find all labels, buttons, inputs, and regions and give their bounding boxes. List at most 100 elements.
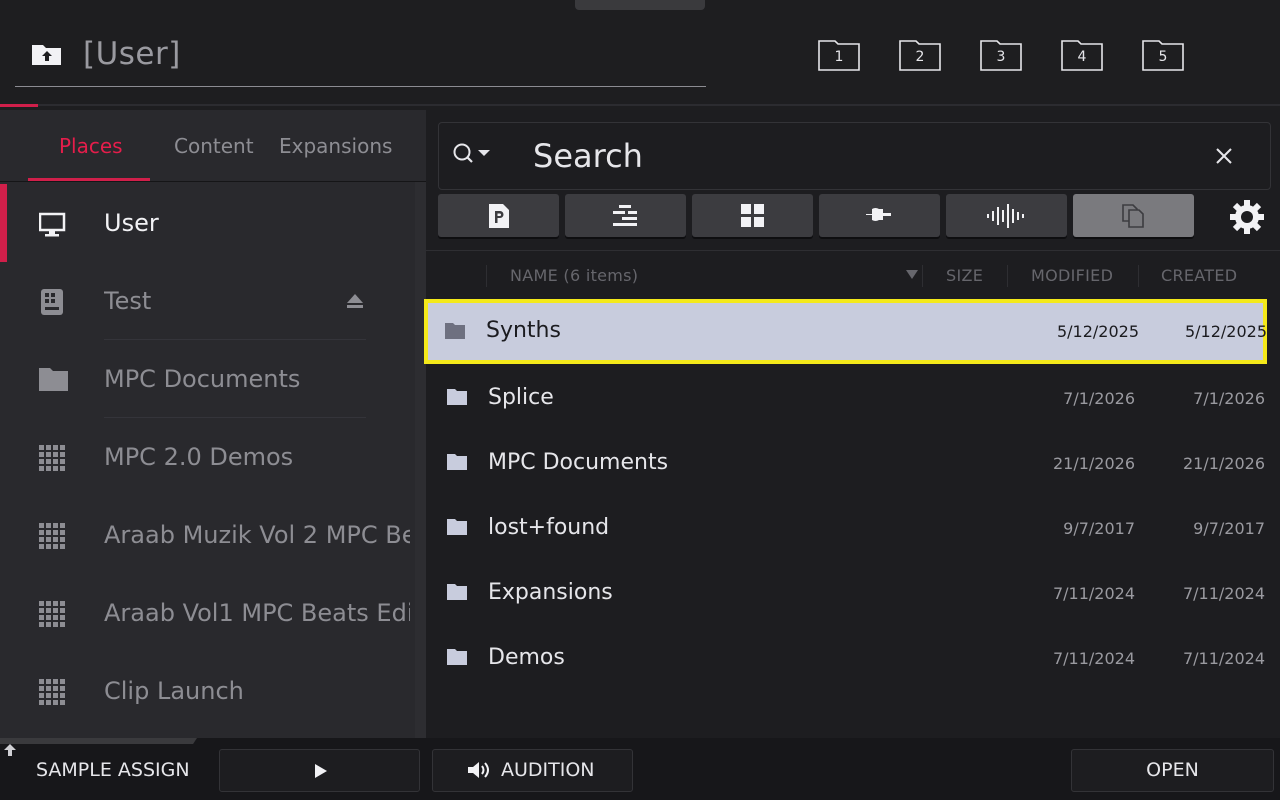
- folder-icon: [447, 584, 467, 600]
- close-icon[interactable]: [1213, 145, 1235, 167]
- places-scrollbar[interactable]: [415, 182, 426, 738]
- quick-folder-2[interactable]: 2: [899, 40, 941, 71]
- sample-assign-button[interactable]: SAMPLE ASSIGN: [36, 759, 190, 781]
- file-modified: 7/1/2026: [1063, 389, 1135, 408]
- column-separator: [922, 265, 923, 287]
- sort-descending-icon[interactable]: [906, 270, 918, 279]
- bottom-tab-handle[interactable]: [0, 738, 197, 744]
- header: [User] 1 2 3 4 5: [0, 0, 1280, 106]
- bottom-bar: SAMPLE ASSIGN AUDITION OPEN: [0, 738, 1280, 800]
- speaker-icon: [468, 762, 489, 778]
- place-item-user[interactable]: User: [0, 184, 426, 262]
- open-button[interactable]: OPEN: [1071, 749, 1274, 792]
- file-modified: 7/11/2024: [1052, 649, 1135, 668]
- path-bar: [User]: [15, 26, 706, 87]
- quick-folder-1[interactable]: 1: [818, 40, 860, 71]
- file-created: 21/1/2026: [1182, 454, 1265, 473]
- file-name: lost+found: [488, 515, 610, 540]
- file-modified: 7/11/2024: [1052, 584, 1135, 603]
- quick-folder-label: 3: [996, 49, 1006, 65]
- column-size-header[interactable]: SIZE: [946, 266, 983, 285]
- play-icon: [315, 764, 327, 778]
- file-created: 7/11/2024: [1182, 649, 1265, 668]
- file-modified: 9/7/2017: [1063, 519, 1135, 538]
- folder-icon: [447, 454, 467, 470]
- file-row-mpc-documents[interactable]: MPC Documents 21/1/2026 21/1/2026: [426, 431, 1280, 496]
- column-created-header[interactable]: CREATED: [1161, 266, 1237, 285]
- active-tab-indicator: [28, 178, 150, 181]
- quick-folder-label: 2: [915, 49, 925, 65]
- gear-icon[interactable]: [1230, 200, 1264, 234]
- shift-arrow-icon: [4, 744, 16, 756]
- place-label: MPC 2.0 Demos: [104, 443, 294, 471]
- plugin-filter-icon: [866, 208, 891, 221]
- search-input[interactable]: [533, 131, 1173, 181]
- header-divider: [0, 104, 1280, 106]
- places-panel: Places Content Expansions User Test MPC …: [0, 110, 426, 738]
- column-separator: [1138, 265, 1139, 287]
- eject-icon[interactable]: [346, 292, 364, 310]
- all-files-filter-icon: [1122, 204, 1144, 228]
- browser-tabs: Places Content Expansions: [0, 110, 426, 182]
- grid-icon: [39, 523, 65, 549]
- grid-icon: [39, 445, 65, 471]
- grid-filter-icon: [741, 204, 764, 227]
- audio-filter-icon: [987, 204, 1024, 228]
- file-created: 7/1/2026: [1193, 389, 1265, 408]
- file-modified: 5/12/2025: [1056, 322, 1139, 341]
- filter-all-files-button[interactable]: [1073, 194, 1194, 237]
- filter-sequence-button[interactable]: [565, 194, 686, 237]
- monitor-icon: [39, 212, 66, 237]
- filter-program-button[interactable]: [438, 194, 559, 237]
- play-button[interactable]: [219, 749, 420, 792]
- current-path: [User]: [83, 36, 181, 72]
- folder-icon: [447, 649, 467, 665]
- place-item-araab-vol2[interactable]: Araab Muzik Vol 2 MPC Beats Edition: [0, 496, 426, 574]
- file-row-expansions[interactable]: Expansions 7/11/2024 7/11/2024: [426, 561, 1280, 626]
- quick-folder-label: 1: [834, 49, 844, 65]
- top-drag-handle[interactable]: [575, 0, 705, 10]
- file-row-splice[interactable]: Splice 7/1/2026 7/1/2026: [426, 366, 1280, 431]
- quick-folder-5[interactable]: 5: [1142, 40, 1184, 71]
- file-created: 9/7/2017: [1193, 519, 1265, 538]
- audition-button[interactable]: AUDITION: [432, 749, 633, 792]
- column-name-header[interactable]: NAME (6 items): [510, 266, 638, 285]
- place-label: Clip Launch: [104, 677, 244, 705]
- file-name: Splice: [488, 385, 554, 410]
- file-created: 7/11/2024: [1182, 584, 1265, 603]
- file-row-lost-found[interactable]: lost+found 9/7/2017 9/7/2017: [426, 496, 1280, 561]
- place-item-araab-vol1[interactable]: Araab Vol1 MPC Beats Edition: [0, 574, 426, 652]
- quick-folder-4[interactable]: 4: [1061, 40, 1103, 71]
- audition-label: AUDITION: [501, 759, 595, 781]
- file-name: Synths: [486, 318, 561, 343]
- tab-content[interactable]: Content: [174, 134, 254, 158]
- folder-icon: [447, 519, 467, 535]
- place-item-clip-launch[interactable]: Clip Launch: [0, 652, 426, 730]
- file-row-synths[interactable]: Synths 5/12/2025 5/12/2025: [424, 299, 1267, 364]
- quick-folder-3[interactable]: 3: [980, 40, 1022, 71]
- place-item-test[interactable]: Test: [0, 262, 426, 340]
- place-item-mpc-documents[interactable]: MPC Documents: [0, 340, 426, 418]
- search-icon[interactable]: [451, 141, 491, 171]
- tab-expansions[interactable]: Expansions: [279, 134, 392, 158]
- search-box: [438, 122, 1271, 190]
- folder-icon: [447, 389, 467, 405]
- column-modified-header[interactable]: MODIFIED: [1031, 266, 1113, 285]
- filter-grid-button[interactable]: [692, 194, 813, 237]
- grid-icon: [39, 601, 65, 627]
- place-item-mpc-demos[interactable]: MPC 2.0 Demos: [0, 418, 426, 496]
- program-filter-icon: [489, 204, 509, 228]
- drive-icon: [41, 289, 63, 315]
- quick-folder-label: 5: [1158, 49, 1168, 65]
- sequence-filter-icon: [613, 205, 637, 226]
- filter-audio-button[interactable]: [946, 194, 1067, 237]
- file-row-demos[interactable]: Demos 7/11/2024 7/11/2024: [426, 626, 1280, 691]
- active-place-indicator: [0, 184, 7, 262]
- folder-up-icon[interactable]: [31, 42, 63, 66]
- file-name: Demos: [488, 645, 565, 670]
- tab-places[interactable]: Places: [59, 134, 123, 158]
- grid-icon: [39, 679, 65, 705]
- file-name: Expansions: [488, 580, 613, 605]
- header-accent-bar: [0, 104, 38, 107]
- filter-plugin-button[interactable]: [819, 194, 940, 237]
